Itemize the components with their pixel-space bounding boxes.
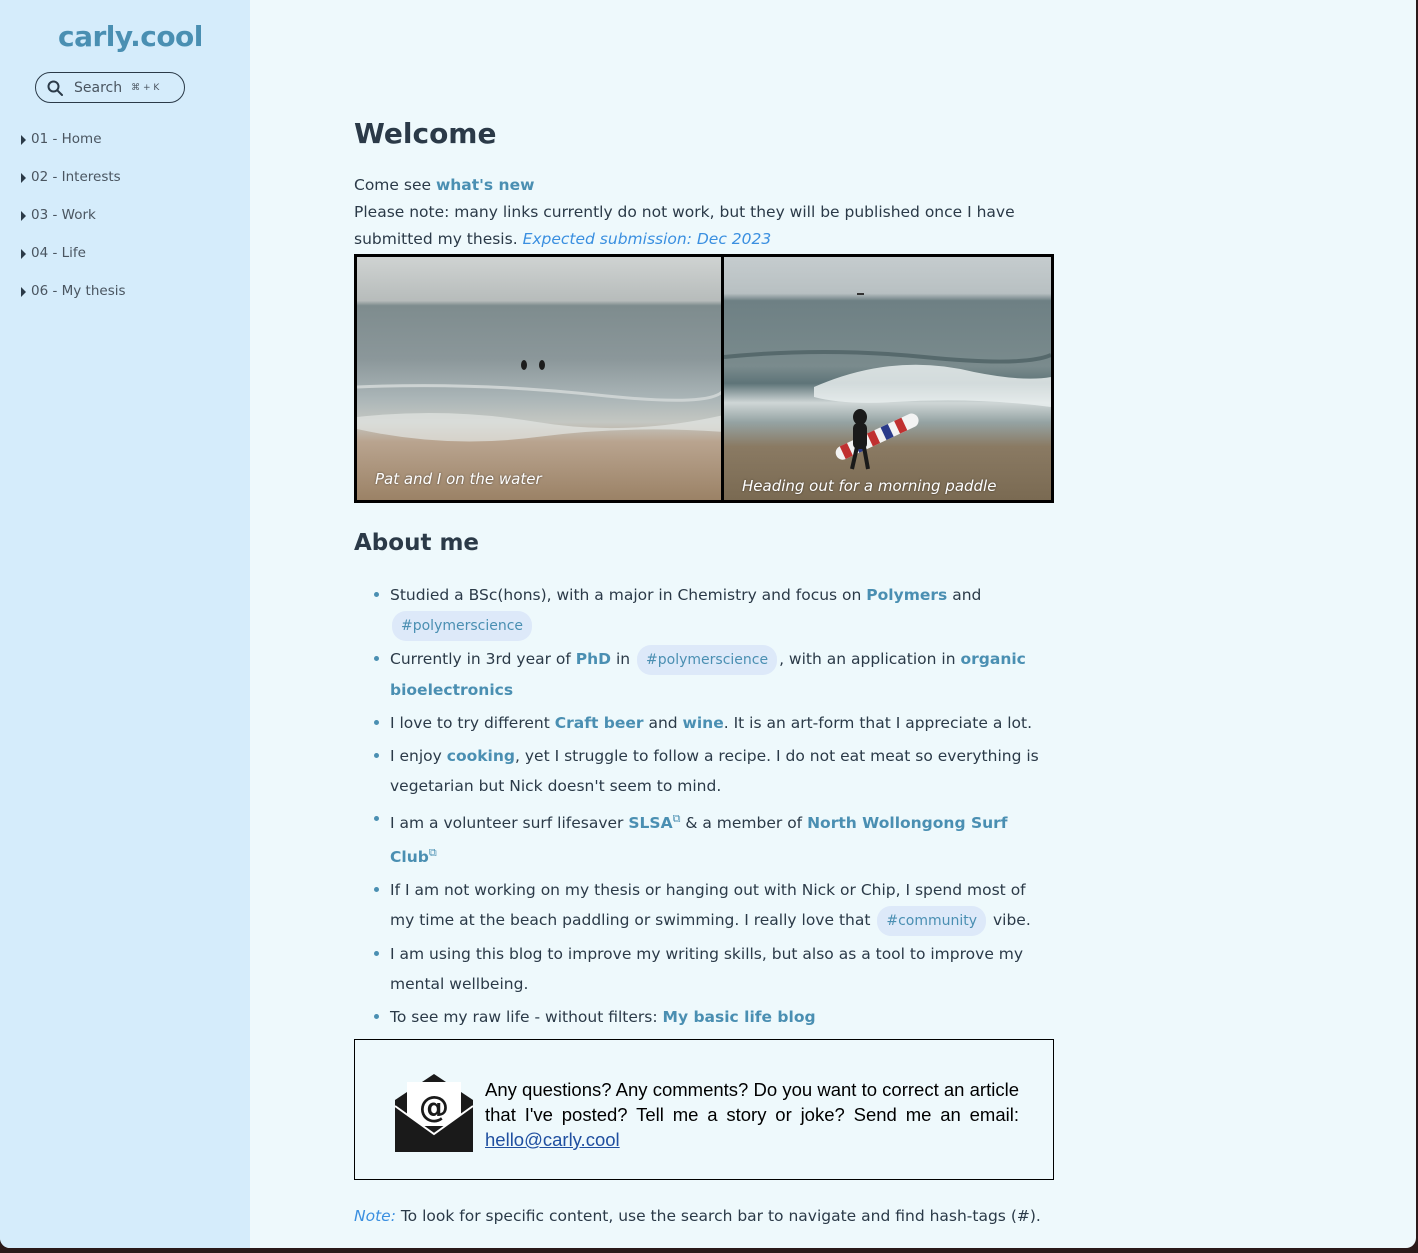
caret-right-icon [21,287,26,297]
tag-polymerscience[interactable]: #polymerscience [392,611,533,641]
list-text: I love to try different [390,714,555,732]
slsa-link[interactable]: SLSA [628,814,672,832]
sidebar-item-label: 06 - My thesis [31,283,126,299]
photo-caption: Heading out for a morning paddle [742,477,997,495]
about-list: Studied a BSc(hons), with a major in Che… [374,580,1054,1035]
list-item: Currently in 3rd year of PhD in #polymer… [374,644,1054,705]
sidebar-item-work[interactable]: 03 - Work [21,198,126,236]
note-label: Note: [354,1207,396,1225]
caret-right-icon [21,249,26,259]
email-banner: @ Any questions? Any comments? Do you wa… [354,1039,1054,1180]
list-text: I enjoy [390,747,447,765]
whats-new-link[interactable]: what's new [436,176,534,194]
list-text: To see my raw life - without filters: [390,1008,663,1027]
list-text: , with an application in [779,650,961,668]
sidebar: carly.cool Search ⌘ + K 01 - Home 02 - I… [0,0,250,1248]
cooking-link[interactable]: cooking [447,747,515,765]
photo-caption: Pat and I on the water [375,470,542,488]
external-link-icon: ⧉ [428,846,437,860]
sidebar-item-interests[interactable]: 02 - Interests [21,160,126,198]
caret-right-icon [21,211,26,221]
tag-community[interactable]: #community [877,906,987,937]
caret-right-icon [21,135,26,145]
sidebar-item-label: 03 - Work [31,207,96,223]
wine-link[interactable]: wine [683,714,724,732]
page-title: Welcome [354,117,497,150]
photo-water: Pat and I on the water [357,257,724,500]
search-label: Search [74,79,123,96]
search-shortcut: ⌘ + K [131,82,160,93]
list-item: I am using this blog to improve my writi… [374,939,1054,999]
sidebar-item-life[interactable]: 04 - Life [21,236,126,274]
intro-come-see: Come see [354,176,436,194]
list-item: I enjoy cooking, yet I struggle to follo… [374,741,1054,801]
intro-text: Come see what's new Please note: many li… [354,172,1054,253]
browser-window: carly.cool Search ⌘ + K 01 - Home 02 - I… [0,0,1416,1248]
list-text: Currently in 3rd year of [390,650,576,668]
list-text: & a member of [680,814,808,833]
list-text: and [947,586,982,604]
list-item: I am a volunteer surf lifesaver SLSA ⧉ & … [374,804,1054,872]
list-text: . It is an art-form that I appreciate a … [723,714,1033,732]
sidebar-item-thesis[interactable]: 06 - My thesis [21,274,126,312]
craft-beer-link[interactable]: Craft beer [555,714,644,732]
list-text: vibe. [988,911,1031,930]
search-icon [47,80,63,96]
list-item: I love to try different Craft beer and w… [374,708,1054,738]
photo-paddle: Heading out for a morning paddle [724,257,1051,500]
svg-text:@: @ [419,1090,449,1125]
list-item: Studied a BSc(hons), with a major in Che… [374,580,1054,641]
photo-gallery: Pat and I on the water Heading out for a… [354,254,1054,503]
tag-polymerscience[interactable]: #polymerscience [637,645,778,675]
email-message: Any questions? Any comments? Do you want… [485,1077,1019,1152]
expected-submission: Expected submission: Dec 2023 [522,230,772,248]
sidebar-nav: 01 - Home 02 - Interests 03 - Work 04 - … [21,122,126,312]
list-item: If I am not working on my thesis or hang… [374,875,1054,937]
list-text: in [611,650,636,668]
list-text: and [643,714,683,732]
polymers-link[interactable]: Polymers [866,586,947,604]
sidebar-item-label: 02 - Interests [31,169,121,185]
site-title[interactable]: carly.cool [58,20,203,53]
sidebar-item-home[interactable]: 01 - Home [21,122,126,160]
email-link[interactable]: hello@carly.cool [485,1129,620,1150]
caret-right-icon [21,173,26,183]
note-text: To look for specific content, use the se… [395,1207,1041,1225]
list-text: I am a volunteer surf lifesaver [390,814,629,833]
phd-link[interactable]: PhD [576,650,611,668]
search-note: Note: To look for specific content, use … [354,1207,1054,1225]
beach-photo-illustration [357,360,721,442]
list-text: I am using this blog to improve my writi… [390,945,1024,994]
list-item: To see my raw life - without filters: My… [374,1002,1054,1032]
surfer-photo-illustration [724,293,1051,470]
email-envelope-icon: @ [394,1074,474,1152]
sidebar-item-label: 04 - Life [31,245,86,261]
about-heading: About me [354,530,480,556]
life-blog-link[interactable]: My basic life blog [663,1008,816,1026]
sidebar-item-label: 01 - Home [31,131,102,147]
search-button[interactable]: Search ⌘ + K [35,72,185,103]
email-text: Any questions? Any comments? Do you want… [485,1079,1019,1125]
list-text: Studied a BSc(hons), with a major in Che… [390,586,867,604]
